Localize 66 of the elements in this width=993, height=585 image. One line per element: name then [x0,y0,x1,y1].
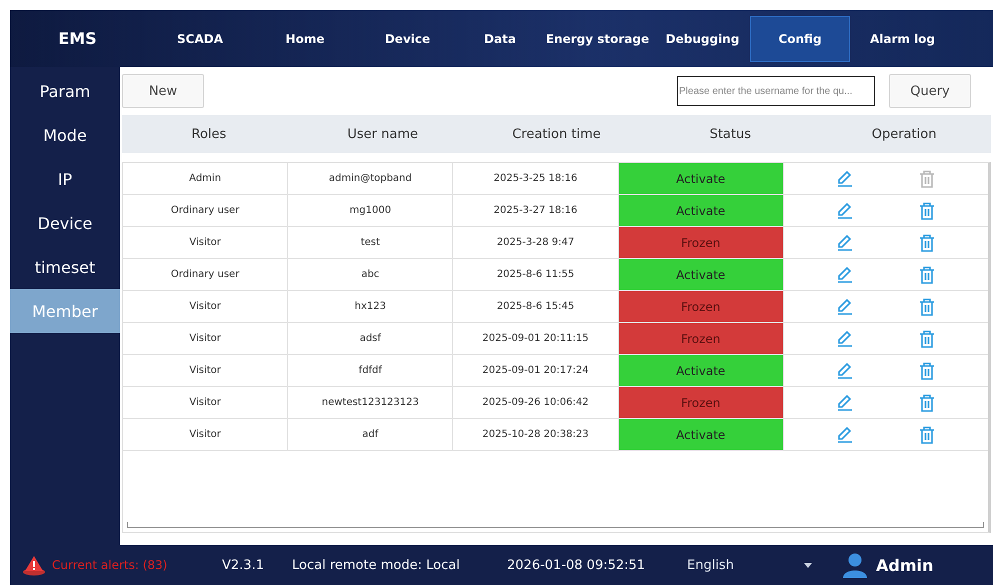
column-header: User name [346,126,420,142]
delete-icon[interactable] [918,296,936,316]
query-button[interactable]: Query [889,74,971,108]
search-field[interactable]: Please enter the username for the qu... [677,76,875,106]
sidebar-item[interactable]: Mode [10,113,120,157]
sidebar-item[interactable]: Param [10,69,120,113]
table-cell: test [288,227,454,258]
status-cell: Activate [618,259,784,290]
status-cell: Activate [618,195,784,226]
delete-icon[interactable] [918,392,936,412]
table-cell: abc [288,259,454,290]
table-cell: Visitor [123,323,288,354]
status-cell: Activate [618,355,784,386]
column-header: Creation time [511,126,602,142]
nav-tab[interactable]: Home [255,16,355,62]
language-select[interactable]: English [687,558,842,572]
table-cell: adsf [288,323,454,354]
nav-tab[interactable]: Alarm log [850,16,955,62]
nav-tab[interactable]: SCADA [145,16,255,62]
status-cell: Activate [618,163,784,194]
datetime-label: 2026-01-08 09:52:51 [507,558,646,572]
table-cell: Visitor [123,291,288,322]
delete-icon[interactable] [918,232,936,252]
status-cell: Frozen [618,323,784,354]
table-cell: Ordinary user [123,195,288,226]
table-cell: mg1000 [288,195,454,226]
horizontal-scrollbar[interactable] [127,522,984,528]
sidebar-item[interactable]: IP [10,157,120,201]
version-label: V2.3.1 [222,558,265,572]
app-logo: EMS [57,29,98,48]
table-cell: Admin [123,163,288,194]
delete-icon[interactable] [918,200,936,220]
table-cell: hx123 [288,291,454,322]
status-cell: Frozen [618,387,784,418]
status-cell: Frozen [618,227,784,258]
nav-tab[interactable]: Device [355,16,460,62]
delete-icon[interactable] [918,264,936,284]
table-cell: Visitor [123,419,288,450]
mode-label: Local remote mode: Local [292,558,461,572]
column-header: Status [708,126,752,142]
table-cell: fdfdf [288,355,454,386]
delete-icon[interactable] [918,360,936,380]
user-name[interactable]: Admin [876,556,934,574]
sidebar-item[interactable]: Device [10,201,120,245]
table-cell: Visitor [123,355,288,386]
table-cell: adf [288,419,454,450]
table-cell: admin@topband [288,163,454,194]
nav-tab[interactable]: Energy storage [540,16,655,62]
column-header: Operation [870,126,938,142]
column-header: Roles [190,126,228,142]
table-cell: Ordinary user [123,259,288,290]
delete-icon[interactable] [918,328,936,348]
nav-tab[interactable]: Config [750,16,850,62]
nav-tab[interactable]: Data [460,16,540,62]
alarm-icon[interactable] [22,554,46,576]
table-cell: newtest123123123 [288,387,454,418]
table-cell: Visitor [123,227,288,258]
delete-icon[interactable] [918,424,936,444]
status-cell: Activate [618,419,784,450]
sidebar-item[interactable]: timeset [10,245,120,289]
nav-tab[interactable]: Debugging [655,16,750,62]
table-cell: Visitor [123,387,288,418]
status-cell: Frozen [618,291,784,322]
caret-icon [804,562,812,568]
user-icon[interactable] [842,552,868,578]
new-button[interactable]: New [122,74,204,108]
